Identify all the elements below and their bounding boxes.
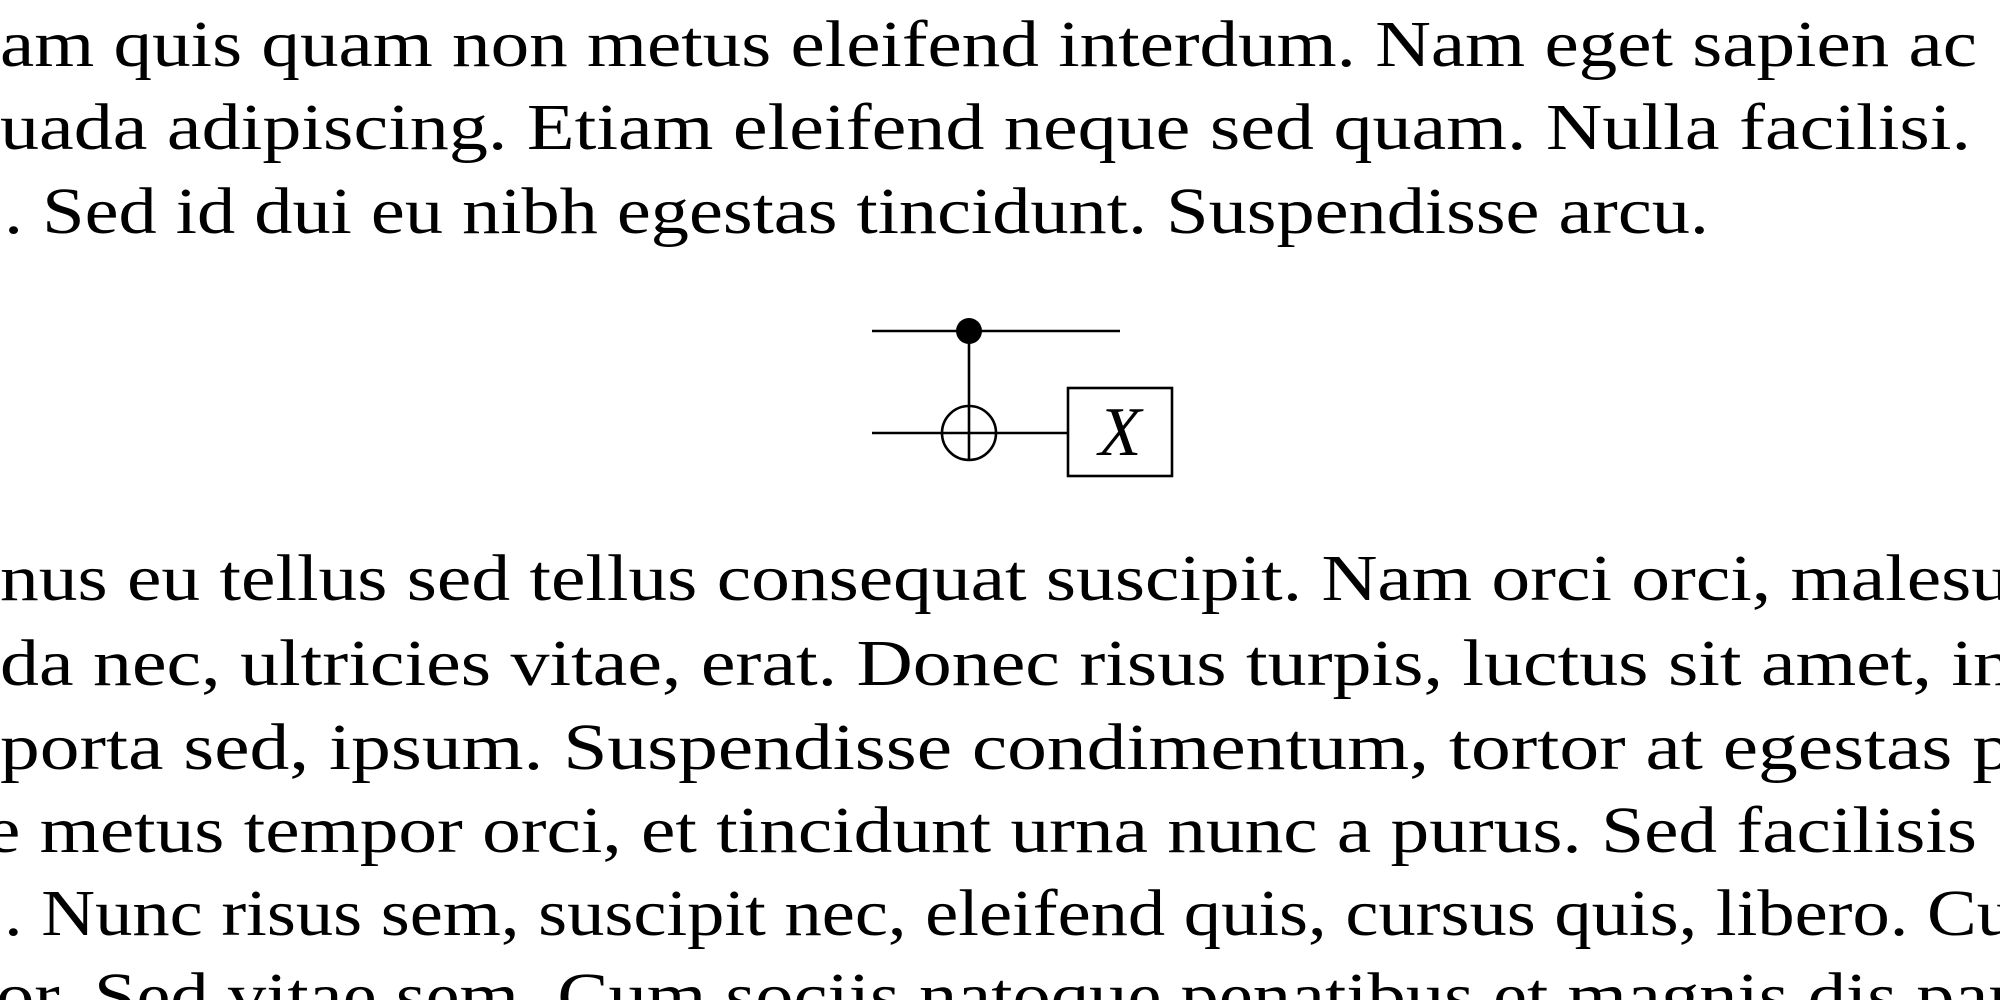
text-line: or. Sed vitae sem. Cum sociis natoque pe… bbox=[0, 960, 2000, 1000]
text-line: porta sed, ipsum. Suspendisse condimentu… bbox=[0, 711, 2000, 784]
paragraph-top: am quis quam non metus eleifend interdum… bbox=[0, 8, 1977, 248]
x-gate-label: X bbox=[1096, 394, 1145, 471]
text-line: . Sed id dui eu nibh egestas tincidunt. … bbox=[4, 175, 1709, 248]
text-line: e metus tempor orci, et tincidunt urna n… bbox=[0, 794, 1977, 867]
paragraph-bottom: nus eu tellus sed tellus consequat susci… bbox=[0, 542, 2000, 1000]
quantum-circuit-figure: X bbox=[872, 318, 1174, 478]
page-canvas: am quis quam non metus eleifend interdum… bbox=[0, 8, 2000, 1000]
text-line: . Nunc risus sem, suscipit nec, eleifend… bbox=[4, 877, 2000, 950]
text-line: nus eu tellus sed tellus consequat susci… bbox=[0, 542, 2000, 615]
text-line: am quis quam non metus eleifend interdum… bbox=[0, 8, 1977, 81]
text-line: da nec, ultricies vitae, erat. Donec ris… bbox=[0, 627, 2000, 700]
control-dot-icon bbox=[956, 318, 982, 344]
text-line: uada adipiscing. Etiam eleifend neque se… bbox=[0, 91, 1971, 164]
